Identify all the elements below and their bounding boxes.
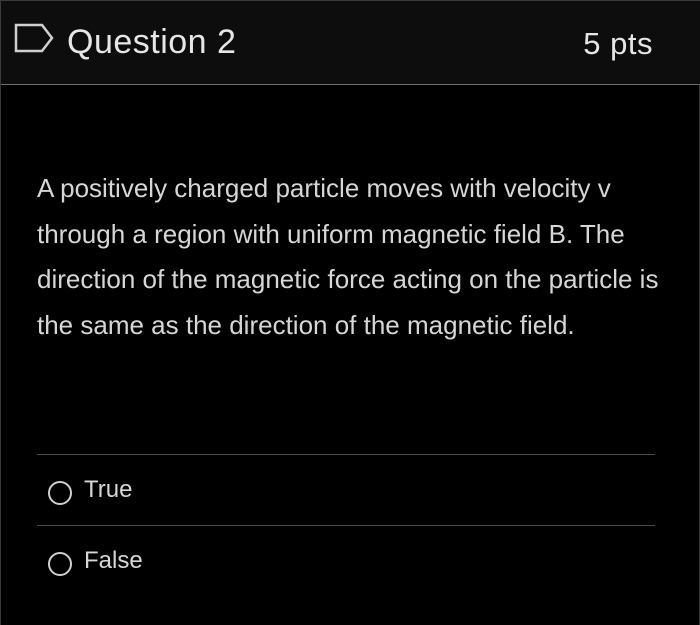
answer-label[interactable]: False (84, 547, 143, 575)
question-header: Question 2 5 pts (1, 0, 700, 85)
flag-icon[interactable] (14, 23, 54, 53)
radio-button[interactable] (48, 552, 72, 576)
answer-option-true[interactable]: True (37, 455, 655, 525)
question-points: 5 pts (583, 26, 653, 61)
question-card: Question 2 5 pts A positively charged pa… (0, 0, 700, 625)
question-title: Question 2 (67, 23, 237, 61)
radio-button[interactable] (48, 481, 72, 505)
question-text: A positively charged particle moves with… (37, 173, 659, 340)
answer-option-false[interactable]: False (37, 526, 655, 596)
answer-label[interactable]: True (84, 476, 132, 504)
